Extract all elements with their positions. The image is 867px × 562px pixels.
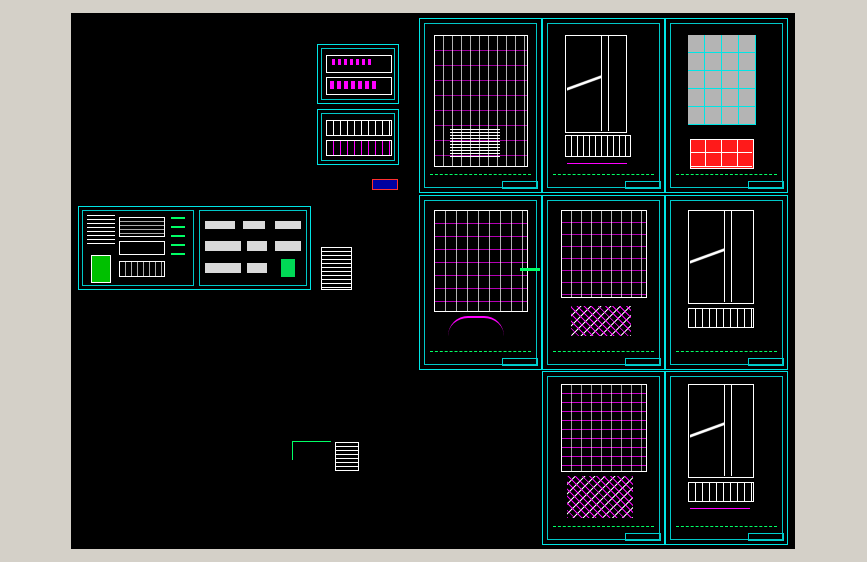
dim-line-bottom <box>430 351 531 355</box>
green-legend-block <box>91 255 111 283</box>
plan-basement-2[interactable] <box>419 195 542 370</box>
dim-line-bottom <box>553 174 654 178</box>
title-block <box>625 181 661 189</box>
magenta-curve <box>448 316 504 336</box>
detail-table-3 <box>119 261 165 277</box>
title-block <box>748 358 784 366</box>
plan-section-3[interactable] <box>665 371 788 545</box>
section-base <box>565 135 631 157</box>
floor-plan-body <box>561 210 647 298</box>
dim-line-bottom <box>430 174 531 178</box>
section-base <box>688 482 754 502</box>
plan-section-2[interactable] <box>665 195 788 370</box>
drawing-canvas[interactable] <box>71 13 795 549</box>
small-detail-table <box>335 442 359 471</box>
small-plan-top[interactable] <box>317 44 399 104</box>
detail-table-1 <box>119 217 165 237</box>
title-block <box>748 533 784 541</box>
detail-grid <box>205 217 305 283</box>
dim-line-bottom <box>553 526 654 530</box>
dim-line-bottom <box>553 351 654 355</box>
section-core <box>601 35 609 131</box>
dim-line-bottom <box>676 351 777 355</box>
legend-table <box>321 247 352 290</box>
red-block-grid <box>690 139 752 167</box>
section-diagonal <box>690 214 724 298</box>
notes-text-block <box>87 215 115 247</box>
title-block <box>502 181 538 189</box>
plan-upper-section[interactable] <box>542 18 665 193</box>
plan-rooms-magenta <box>332 59 372 65</box>
green-marker <box>520 268 540 271</box>
title-block <box>625 533 661 541</box>
stairs-block <box>450 129 500 159</box>
plan-rooms-magenta-2 <box>330 81 378 89</box>
small-plan-bottom[interactable] <box>317 109 399 165</box>
dim-line-bottom <box>676 526 777 530</box>
section-core <box>724 384 732 476</box>
title-block <box>625 358 661 366</box>
red-stamp-icon <box>372 179 398 190</box>
section-core <box>724 210 732 302</box>
title-block <box>502 358 538 366</box>
plan-basement-1[interactable] <box>419 18 542 193</box>
magenta-line <box>690 504 750 509</box>
roof-grid <box>688 35 756 125</box>
section-base <box>688 308 754 328</box>
plan-rooms <box>326 120 392 136</box>
notes-sheet[interactable] <box>78 206 311 290</box>
title-block <box>748 181 784 189</box>
magenta-line <box>567 159 627 164</box>
floor-plan-body <box>561 384 647 472</box>
plan-ground[interactable] <box>542 195 665 370</box>
landscape-area <box>567 476 633 518</box>
section-diagonal <box>567 41 601 125</box>
plan-roof-gray[interactable] <box>665 18 788 193</box>
small-detail-drawing <box>292 441 331 460</box>
floor-plan-body <box>434 210 528 312</box>
section-diagonal <box>690 388 724 472</box>
detail-table-2 <box>119 241 165 255</box>
plan-ground-2[interactable] <box>542 371 665 545</box>
plan-rooms-2 <box>326 140 392 156</box>
detail-small-green <box>171 217 185 261</box>
landscape-area <box>571 306 631 336</box>
dim-line-bottom <box>676 174 777 178</box>
